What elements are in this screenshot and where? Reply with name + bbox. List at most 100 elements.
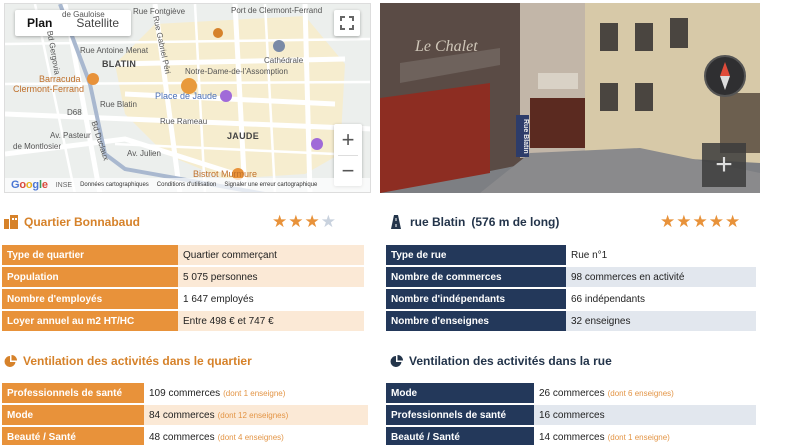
compass-icon [720, 62, 730, 90]
rue-title-row: rue Blatin (576 m de long) [388, 215, 559, 229]
row-count: 48 commerces [149, 431, 215, 443]
zoom-control[interactable]: + − [334, 124, 362, 186]
map-report-link[interactable]: Signaler une erreur cartographique [224, 182, 317, 188]
map-label: Barracuda [39, 74, 81, 84]
row-value: 16 commerces [534, 405, 756, 425]
map-label: de Gauloise [62, 10, 105, 19]
row-label: Professionnels de santé [386, 405, 534, 425]
vent-rue-table: Mode 26 commerces (dont 6 enseignes) Prof… [386, 381, 756, 445]
star-icon: ★ [708, 212, 725, 231]
row-label: Beauté / Santé [2, 427, 144, 445]
zoom-in-button[interactable]: + [334, 124, 362, 155]
map-label: de Montlosier [13, 142, 62, 151]
quartier-title: Quartier Bonnabaud [24, 215, 141, 229]
row-label: Beauté / Santé [386, 427, 534, 445]
star-icon: ★ [676, 212, 693, 231]
row-count: 14 commerces [539, 431, 605, 443]
row-label: Mode [2, 405, 144, 425]
star-icon: ★ [288, 212, 305, 231]
map-label: Clermont-Ferrand [13, 84, 85, 94]
table-row: Nombre d'indépendants 66 indépendants [386, 289, 756, 309]
rue-title: rue Blatin [410, 215, 466, 229]
table-row: Beauté / Santé 14 commerces (dont 1 ensei… [386, 427, 756, 445]
star-icon: ★ [320, 212, 337, 231]
star-icon: ★ [304, 212, 321, 231]
vent-quartier-table: Professionnels de santé 109 commerces (do… [2, 381, 368, 445]
row-label: Loyer annuel au m2 HT/HC [2, 311, 178, 331]
map-label: Av. Pasteur [50, 131, 91, 140]
map-label: D68 [67, 108, 82, 117]
street-sign: Rue Blatin [516, 115, 529, 157]
map-label: Notre-Dame-de-l'Assomption [185, 67, 288, 76]
quartier-table: Type de quartier Quartier commerçant Popu… [2, 243, 364, 333]
quartier-rating: ★★★★ [272, 212, 337, 232]
star-icon: ★ [692, 212, 709, 231]
compass-button[interactable] [704, 55, 746, 97]
row-label: Type de rue [386, 245, 566, 265]
table-row: Nombre d'enseignes 32 enseignes [386, 311, 756, 331]
map-label: Rue Blatin [100, 100, 137, 109]
buildings-icon [4, 215, 18, 229]
row-label: Type de quartier [2, 245, 178, 265]
row-value: 48 commerces (dont 4 enseignes) [144, 427, 368, 445]
row-label: Population [2, 267, 178, 287]
star-icon: ★ [725, 212, 742, 231]
map-label: JAUDE [227, 131, 260, 141]
row-value: Quartier commerçant [178, 245, 364, 265]
star-icon: ★ [272, 212, 289, 231]
table-row: Loyer annuel au m2 HT/HC Entre 498 € et 7… [2, 311, 364, 331]
rue-length: (576 m de long) [471, 215, 560, 229]
table-row: Mode 84 commerces (dont 12 enseignes) [2, 405, 368, 425]
table-row: Population 5 075 personnes [2, 267, 364, 287]
row-label: Mode [386, 383, 534, 403]
row-extra: (dont 1 enseigne) [223, 388, 286, 398]
map-label: Av. Julien [127, 149, 161, 158]
tab-plan[interactable]: Plan [15, 10, 64, 36]
table-row: Nombre d'employés 1 647 employés [2, 289, 364, 309]
row-extra: (dont 1 enseigne) [607, 432, 670, 442]
row-extra: (dont 4 enseignes) [217, 432, 284, 442]
row-value: 1 647 employés [178, 289, 364, 309]
row-label: Nombre d'enseignes [386, 311, 566, 331]
table-row: Professionnels de santé 16 commerces [386, 405, 756, 425]
map-panel[interactable]: Port de Clermont-Ferrand Rue Fontgiève R… [4, 3, 371, 193]
fullscreen-button[interactable] [334, 10, 360, 36]
row-value: 98 commerces en activité [566, 267, 756, 287]
vent-rue-title-row: Ventilation des activités dans la rue [390, 354, 612, 368]
row-label: Professionnels de santé [2, 383, 144, 403]
fullscreen-icon [340, 16, 354, 30]
row-value: 66 indépendants [566, 289, 756, 309]
map-footer: Google INSE Données cartographiques Cond… [5, 178, 370, 192]
row-count: 26 commerces [539, 387, 605, 399]
row-value: 32 enseignes [566, 311, 756, 331]
table-row: Type de rue Rue n°1 [386, 245, 756, 265]
table-row: Mode 26 commerces (dont 6 enseignes) [386, 383, 756, 403]
map-terms-link[interactable]: Conditions d'utilisation [157, 182, 217, 188]
row-value: Rue n°1 [566, 245, 756, 265]
row-count: 16 commerces [539, 409, 605, 421]
map-data-link[interactable]: Données cartographiques [80, 182, 149, 188]
row-count: 84 commerces [149, 409, 215, 421]
map-label: BLATIN [102, 59, 137, 69]
google-logo: Google [11, 179, 48, 191]
rue-rating: ★★★★★ [660, 212, 741, 232]
row-count: 109 commerces [149, 387, 221, 399]
row-value: Entre 498 € et 747 € [178, 311, 364, 331]
vent-rue-title: Ventilation des activités dans la rue [409, 354, 612, 368]
vent-quartier-title-row: Ventilation des activités dans le quarti… [4, 354, 252, 368]
map-label-insee: INSE [55, 181, 73, 189]
street-view-panel[interactable]: Le Chalet Rue Blatin + [380, 3, 760, 193]
row-value: 14 commerces (dont 1 enseigne) [534, 427, 756, 445]
row-value: 5 075 personnes [178, 267, 364, 287]
map-label: Cathédrale [264, 56, 304, 65]
zoom-in-streetview-button[interactable]: + [702, 143, 746, 187]
map-label: Rue Antoine Menat [80, 46, 149, 55]
table-row: Nombre de commerces 98 commerces en activ… [386, 267, 756, 287]
row-label: Nombre d'employés [2, 289, 178, 309]
quartier-title-row: Quartier Bonnabaud [4, 215, 140, 229]
row-value: 26 commerces (dont 6 enseignes) [534, 383, 756, 403]
row-extra: (dont 6 enseignes) [607, 388, 674, 398]
pie-chart-icon [4, 354, 17, 367]
rue-table: Type de rue Rue n°1 Nombre de commerces 98… [386, 243, 756, 333]
shop-sign: Le Chalet [414, 38, 478, 55]
